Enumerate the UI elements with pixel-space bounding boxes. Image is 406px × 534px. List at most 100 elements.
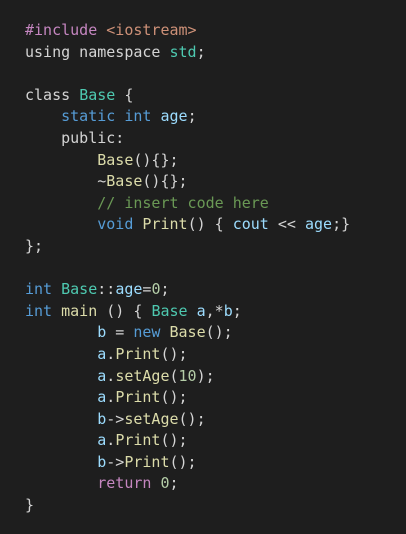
code-token-string: <iostream>	[106, 21, 197, 39]
code-line: b->setAge();	[25, 409, 406, 431]
code-token-plain: using namespace	[25, 42, 170, 61]
code-line: using namespace std;	[25, 42, 406, 64]
code-line: a.setAge(10);	[25, 366, 406, 388]
code-token-var: a	[97, 344, 107, 363]
code-token-func: Print	[115, 431, 161, 450]
code-token-number: 10	[178, 366, 197, 385]
code-token-plain: class	[25, 85, 80, 104]
code-token-plain: =	[106, 323, 134, 342]
code-token-plain: () {	[187, 215, 233, 234]
code-token-plain: ;}	[332, 215, 351, 234]
code-token-func: main	[61, 301, 98, 320]
code-token-plain: ->	[106, 452, 125, 471]
code-token-func: setAge	[115, 366, 170, 385]
code-line: a.Print();	[25, 344, 406, 366]
code-token-plain: ();	[169, 452, 197, 471]
code-line: static int age;	[25, 106, 406, 128]
code-token-plain: ;	[232, 301, 242, 320]
code-token-plain: ->	[106, 409, 125, 428]
code-token-type: Base	[151, 301, 188, 320]
code-token-plain: <<	[268, 215, 305, 234]
code-line: b->Print();	[25, 452, 406, 474]
code-token-var: cout	[232, 215, 269, 234]
code-block: #include <iostream> using namespace std; …	[25, 20, 406, 517]
code-token-var: a	[97, 431, 107, 450]
code-line: a.Print();	[25, 430, 406, 452]
code-token-func: Print	[115, 344, 161, 363]
code-line: }	[25, 495, 406, 517]
code-line: void Print() { cout << age;}	[25, 214, 406, 236]
code-token-plain: ;	[169, 474, 179, 493]
code-token-preproc: #include	[25, 21, 107, 39]
code-token-plain: {	[115, 85, 134, 104]
code-line: #include <iostream>	[25, 20, 406, 42]
code-token-func: Print	[142, 215, 188, 234]
code-token-var: a	[97, 388, 107, 407]
code-token-var: a	[97, 366, 107, 385]
code-token-plain: (){};	[142, 172, 188, 191]
code-line: class Base {	[25, 85, 406, 107]
code-token-type: Base	[61, 280, 98, 299]
code-token-keyword: void	[97, 215, 134, 234]
code-token-plain: () {	[97, 301, 152, 320]
code-token-func: Print	[115, 388, 161, 407]
code-token-var: age	[160, 107, 188, 126]
code-line: int main () { Base a,*b;	[25, 301, 406, 323]
code-token-plain: ();	[178, 409, 206, 428]
code-token-plain: };	[25, 236, 44, 255]
code-token-keyword: int	[25, 280, 53, 299]
code-token-var: age	[115, 280, 143, 299]
code-line: return 0;	[25, 473, 406, 495]
code-token-plain: ();	[160, 388, 188, 407]
code-token-plain: ,*	[205, 301, 224, 320]
code-token-keyword: int	[25, 301, 53, 320]
code-token-func: Base	[169, 323, 206, 342]
code-token-plain: ~	[25, 172, 107, 191]
code-line: };	[25, 236, 406, 258]
code-token-number: 0	[160, 474, 170, 493]
code-line: ~Base(){};	[25, 171, 406, 193]
code-token-plain: ;	[187, 107, 197, 126]
code-editor[interactable]: #include <iostream> using namespace std; …	[0, 0, 406, 534]
code-token-var: b	[97, 409, 107, 428]
code-line: b = new Base();	[25, 322, 406, 344]
code-token-var: b	[223, 301, 233, 320]
code-token-plain: ;	[160, 280, 170, 299]
code-token-var: b	[97, 452, 107, 471]
code-token-func: Base	[97, 150, 134, 169]
code-token-plain: (	[169, 366, 179, 385]
code-token-type: std	[169, 42, 197, 61]
code-token-var: age	[304, 215, 333, 234]
code-token-plain: .	[106, 388, 116, 407]
code-token-plain: ::	[97, 280, 116, 299]
code-token-var: a	[196, 301, 206, 320]
code-token-plain: .	[106, 344, 116, 363]
code-token-plain: ;	[196, 42, 206, 61]
code-token-plain: ();	[160, 431, 188, 450]
code-token-plain: );	[196, 366, 215, 385]
code-line: public:	[25, 128, 406, 150]
code-token-plain: .	[106, 366, 116, 385]
code-token-func: Base	[106, 172, 143, 191]
code-line: // insert code here	[25, 193, 406, 215]
code-line: a.Print();	[25, 387, 406, 409]
code-token-control: return	[97, 474, 152, 493]
